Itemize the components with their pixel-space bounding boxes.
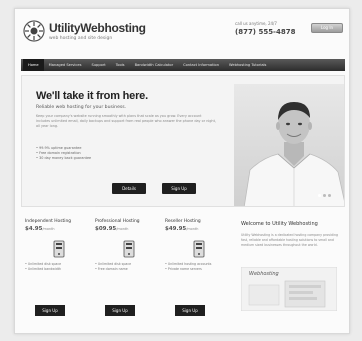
logo-tagline: web hosting and site design: [49, 36, 113, 41]
plan-signup-button[interactable]: Sign Up: [175, 305, 205, 316]
slider-dot[interactable]: [328, 194, 331, 197]
plan-price: $49.95/month: [165, 226, 199, 232]
nav-item-bandwidth-calculator[interactable]: Bandwidth Calculator: [130, 59, 179, 71]
hero-signup-button[interactable]: Sign Up: [162, 183, 196, 194]
welcome-title: Welcome to Utility Webhosting: [241, 221, 318, 227]
server-icon: [51, 240, 67, 258]
main-nav: Home Managed Services Support Tools Bandwidt…: [21, 59, 345, 71]
slider-dots: [318, 194, 331, 197]
contact-label: call us anytime, 24/7: [235, 21, 277, 26]
nav-item-contact-information[interactable]: Contact Information: [178, 59, 224, 71]
contact-phone: (877) 555-4878: [235, 28, 296, 36]
hero-banner: We'll take it from here. Reliable web ho…: [21, 75, 345, 207]
nav-item-managed-services[interactable]: Managed Services: [44, 59, 87, 71]
slider-dot[interactable]: [323, 194, 326, 197]
hero-body-text: Keep your company's website running smoo…: [36, 114, 216, 129]
welcome-section: Welcome to Utility Webhosting Utility We…: [241, 221, 345, 311]
contact-info: call us anytime, 24/7 (877) 555-4878: [235, 21, 295, 36]
welcome-text: Utility Webhosting is a dedicated hostin…: [241, 233, 338, 247]
plan-signup-button[interactable]: Sign Up: [35, 305, 65, 316]
nav-item-home[interactable]: Home: [23, 59, 44, 71]
server-icon: [121, 240, 137, 258]
login-button[interactable]: Log In: [311, 23, 343, 33]
server-icon: [191, 240, 207, 258]
hero-person-photo: [234, 84, 344, 206]
nav-item-support[interactable]: Support: [86, 59, 110, 71]
nav-item-webhosting-tutorials[interactable]: Webhosting Tutorials: [224, 59, 271, 71]
nav-item-tools[interactable]: Tools: [111, 59, 130, 71]
plan-signup-button[interactable]: Sign Up: [105, 305, 135, 316]
plan-price: $4.95/month: [25, 226, 55, 232]
plan-name: Independent Hosting: [25, 219, 72, 224]
plan-feature: • Private name servers: [165, 267, 202, 271]
hero-subtitle: Reliable web hosting for your business.: [36, 105, 127, 110]
plan-feature: • Unlimited bandwidth: [25, 267, 62, 271]
page-container: UtilityWebhosting web hosting and site d…: [14, 8, 350, 334]
hero-title: We'll take it from here.: [36, 90, 148, 102]
details-button[interactable]: Details: [112, 183, 146, 194]
plan-name: Reseller Hosting: [165, 219, 201, 224]
welcome-image-caption: Webhosting: [249, 271, 279, 277]
hero-bullet-list: • 99.9% uptime guarantee • Free domain r…: [36, 146, 156, 161]
hero-bullet: • 30 day money back guarantee: [36, 156, 92, 160]
plan-card-reseller: Reseller Hosting $49.95/month • Unlimite…: [165, 219, 229, 316]
site-logo[interactable]: UtilityWebhosting web hosting and site d…: [23, 17, 146, 45]
plan-card-professional: Professional Hosting $09.95/month • Unli…: [95, 219, 159, 316]
logo-name: UtilityWebhosting: [49, 21, 146, 35]
plan-card-independent: Independent Hosting $4.95/month • Unlimi…: [25, 219, 89, 316]
plan-price: $09.95/month: [95, 226, 129, 232]
slider-dot[interactable]: [318, 194, 321, 197]
plan-feature: • Free domain name: [95, 267, 128, 271]
logo-emblem-icon: [23, 20, 45, 42]
plan-name: Professional Hosting: [95, 219, 140, 224]
